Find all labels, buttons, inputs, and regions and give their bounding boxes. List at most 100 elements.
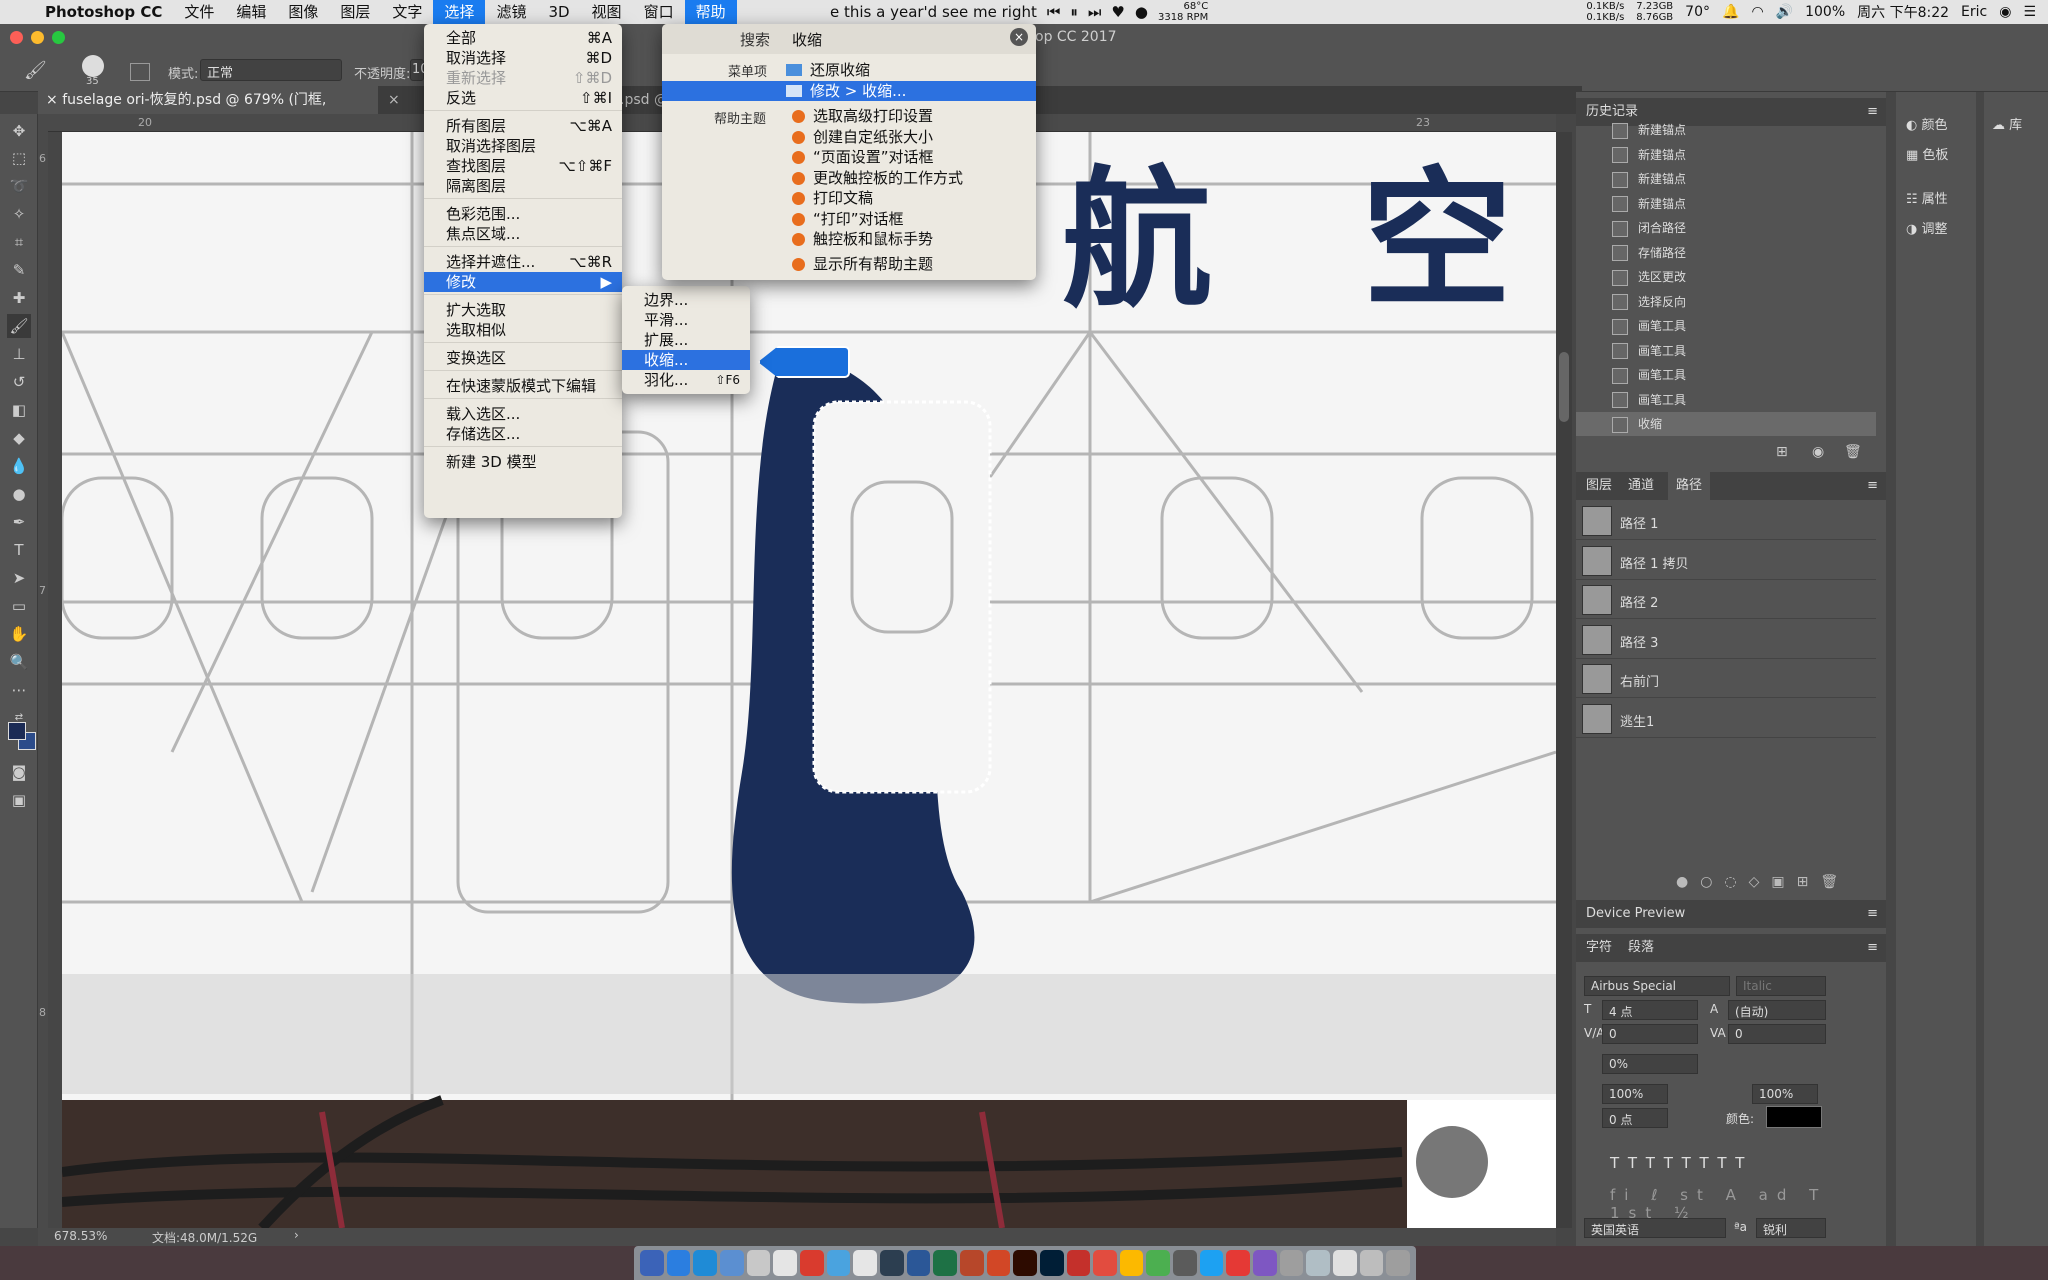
path-item[interactable]: 路径 1: [1576, 502, 1876, 540]
select-menu-item[interactable]: 修改 ▶: [424, 272, 622, 292]
dock-libraries[interactable]: ☁ 库: [1992, 114, 2022, 133]
history-state[interactable]: 新建锚点: [1612, 167, 1848, 191]
vertical-scrollbar[interactable]: [1556, 132, 1572, 1228]
show-all-help-topics[interactable]: 显示所有帮助主题: [792, 254, 933, 274]
mode-select[interactable]: 正常: [200, 59, 342, 81]
antialias-select[interactable]: 锐利: [1756, 1218, 1826, 1238]
magic-wand-icon[interactable]: ✧: [7, 202, 31, 226]
dock-app-icon[interactable]: [1359, 1250, 1384, 1276]
baseline-shift-field[interactable]: 0 点: [1602, 1108, 1668, 1128]
dock-app-icon[interactable]: [640, 1250, 664, 1276]
select-menu-item[interactable]: 变换选区: [424, 348, 622, 368]
dock-app-icon[interactable]: [986, 1250, 1011, 1276]
dock-app-icon[interactable]: [853, 1250, 877, 1276]
volume-icon[interactable]: 🔊: [1776, 4, 1793, 20]
stamp-tool-icon[interactable]: ⊥: [7, 342, 31, 366]
tab-character[interactable]: 字符: [1586, 934, 1612, 962]
modify-menu-item[interactable]: 收缩...: [622, 350, 750, 370]
leading-field[interactable]: (自动): [1728, 1000, 1826, 1020]
dock-app-icon[interactable]: [879, 1250, 904, 1276]
menu-select[interactable]: 选择: [433, 0, 486, 24]
history-state[interactable]: 画笔工具: [1612, 339, 1848, 363]
dock-app-icon[interactable]: [1093, 1250, 1117, 1276]
status-arrow-icon[interactable]: ›: [294, 1228, 299, 1242]
dock-app-icon[interactable]: [826, 1250, 851, 1276]
clear-search-icon[interactable]: ×: [1010, 28, 1028, 46]
dock-app-icon[interactable]: [1333, 1250, 1357, 1276]
dock-app-icon[interactable]: [1199, 1250, 1224, 1276]
menu-help[interactable]: 帮助: [684, 0, 737, 24]
font-family-select[interactable]: Airbus Special: [1584, 976, 1730, 996]
menu-window[interactable]: 窗口: [633, 0, 685, 24]
camera-icon[interactable]: ◉: [1812, 444, 1824, 460]
history-state[interactable]: 新建锚点: [1612, 143, 1848, 167]
text-color-swatch[interactable]: [1766, 1106, 1822, 1128]
move-tool-icon[interactable]: ✥: [7, 119, 31, 143]
help-topic-item[interactable]: “打印”对话框: [792, 209, 904, 229]
horizontal-scale-field[interactable]: 100%: [1752, 1084, 1818, 1104]
modify-menu-item[interactable]: 扩展...: [622, 330, 750, 350]
select-menu-item[interactable]: 全部 ⌘A: [424, 28, 622, 48]
clock[interactable]: 周六 下午8:22: [1857, 2, 1949, 22]
close-tab-icon[interactable]: ×: [388, 92, 400, 108]
paint-bucket-icon[interactable]: ◆: [7, 426, 31, 450]
type-tool-icon[interactable]: T: [7, 538, 31, 562]
select-menu-item[interactable]: 焦点区域...: [424, 224, 622, 244]
apple-menu-icon[interactable]: [0, 0, 34, 24]
pen-tool-icon[interactable]: ✒: [7, 510, 31, 534]
dock-app-icon[interactable]: [1173, 1250, 1197, 1276]
menu-3d[interactable]: 3D: [537, 0, 580, 24]
notification-icon[interactable]: 🔔: [1722, 4, 1739, 20]
pause-icon[interactable]: ⏸: [1070, 0, 1078, 24]
dodge-tool-icon[interactable]: ●: [7, 482, 31, 506]
font-size-field[interactable]: 4 点: [1602, 1000, 1698, 1020]
dock-app-icon[interactable]: [1066, 1250, 1091, 1276]
select-menu-item[interactable]: 取消选择 ⌘D: [424, 48, 622, 68]
modify-menu-item[interactable]: 羽化... ⇧F6: [622, 370, 750, 390]
path-select-icon[interactable]: ➤: [7, 566, 31, 590]
help-topic-item[interactable]: 更改触控板的工作方式: [792, 168, 963, 188]
history-state[interactable]: 新建锚点: [1612, 192, 1848, 216]
panel-menu-icon[interactable]: ≡: [1867, 472, 1878, 500]
path-item[interactable]: 逃生1: [1576, 700, 1876, 738]
dock-app-icon[interactable]: [1306, 1250, 1331, 1276]
kerning-field[interactable]: 0: [1602, 1024, 1698, 1044]
rectangle-tool-icon[interactable]: ▭: [7, 594, 31, 618]
help-result-undo-shrink[interactable]: 还原收缩: [786, 60, 870, 80]
tab-layers[interactable]: 图层: [1586, 472, 1612, 500]
history-state[interactable]: 闭合路径: [1612, 216, 1848, 240]
help-topic-item[interactable]: 触控板和鼠标手势: [792, 229, 933, 249]
lasso-tool-icon[interactable]: ➰: [7, 174, 31, 198]
eyedropper-icon[interactable]: ✎: [7, 258, 31, 282]
zoom-window-button[interactable]: [52, 31, 65, 44]
menu-view[interactable]: 视图: [581, 0, 633, 24]
prev-track-icon[interactable]: ⏮: [1047, 0, 1061, 24]
select-menu-item[interactable]: 选择并遮住... ⌥⌘R: [424, 252, 622, 272]
dock-app-icon[interactable]: [666, 1250, 691, 1276]
dock-app-icon[interactable]: [799, 1250, 824, 1276]
document-canvas[interactable]: 航 空: [62, 132, 1556, 1228]
app-menu[interactable]: Photoshop CC: [34, 0, 173, 24]
history-state[interactable]: 选择反向: [1612, 290, 1848, 314]
select-menu-item[interactable]: 查找图层 ⌥⇧⌘F: [424, 156, 622, 176]
dock-swatches[interactable]: ▦ 色板: [1906, 144, 1948, 163]
next-track-icon[interactable]: ⏭: [1088, 0, 1102, 24]
select-menu-item[interactable]: 扩大选取: [424, 300, 622, 320]
path-item[interactable]: 路径 2: [1576, 581, 1876, 619]
dock-properties[interactable]: ☷ 属性: [1906, 188, 1948, 207]
history-snapshot-icon[interactable]: ⊞: [1776, 444, 1788, 460]
crop-tool-icon[interactable]: ⌗: [7, 230, 31, 254]
history-state[interactable]: 画笔工具: [1612, 388, 1848, 412]
wifi-icon[interactable]: ◠: [1751, 4, 1763, 20]
minimize-window-button[interactable]: [31, 31, 44, 44]
path-item[interactable]: 路径 1 拷贝: [1576, 542, 1876, 580]
help-topic-item[interactable]: 打印文稿: [792, 188, 873, 208]
user-name[interactable]: Eric: [1961, 4, 1987, 20]
dock-app-icon[interactable]: [1253, 1250, 1277, 1276]
dock-app-icon[interactable]: [1279, 1250, 1304, 1276]
tracking-field[interactable]: 0: [1728, 1024, 1826, 1044]
select-menu-item[interactable]: 隔离图层: [424, 176, 622, 196]
dock-color[interactable]: ◐ 颜色: [1906, 114, 1948, 133]
opentype-buttons[interactable]: fi ℓ st A ad T 1st ½: [1610, 1186, 1886, 1222]
help-result-modify-shrink[interactable]: 修改 > 收缩...: [662, 81, 1036, 101]
